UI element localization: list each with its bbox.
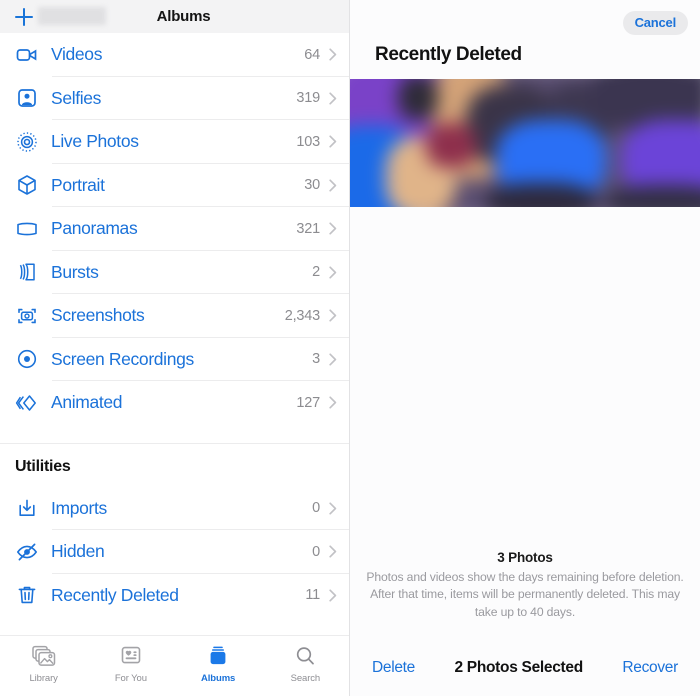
album-name: Recently Deleted	[51, 584, 179, 605]
album-count: 127	[296, 394, 320, 411]
album-row-selfies[interactable]: Selfies 319	[0, 77, 349, 120]
plus-icon[interactable]	[15, 7, 33, 26]
panorama-icon	[13, 215, 40, 242]
album-name: Selfies	[51, 87, 102, 108]
chevron-right-icon	[329, 222, 337, 235]
recently-deleted-panel: Cancel Recently Deleted 3 Photos Photos …	[350, 0, 700, 696]
album-name: Screen Recordings	[51, 348, 194, 369]
record-circle-icon	[13, 346, 40, 373]
recently-deleted-header: Cancel	[350, 0, 700, 46]
tab-for-you[interactable]: For You	[87, 644, 174, 684]
screenshot-camera-icon	[13, 302, 40, 329]
tab-label: Search	[290, 673, 321, 684]
cancel-button[interactable]: Cancel	[622, 11, 688, 35]
eye-slash-icon	[13, 538, 40, 565]
album-name: Portrait	[51, 174, 105, 195]
album-count: 64	[304, 46, 320, 63]
album-name: Bursts	[51, 261, 99, 282]
import-download-icon	[13, 495, 40, 522]
person-portrait-icon	[13, 85, 40, 112]
tab-bar: Library For You Albums Search	[0, 635, 349, 696]
recently-deleted-title: Recently Deleted	[375, 44, 522, 65]
chevron-right-icon	[329, 353, 337, 366]
chevron-right-icon	[329, 589, 337, 602]
album-row-imports[interactable]: Imports 0	[0, 487, 349, 530]
tab-label: For You	[114, 673, 147, 684]
album-name: Videos	[51, 44, 103, 65]
album-count: 0	[312, 543, 320, 560]
photos-stack-icon	[31, 644, 57, 668]
album-row-live-photos[interactable]: Live Photos 103	[0, 120, 349, 164]
album-count: 2	[312, 264, 320, 281]
album-row-animated[interactable]: Animated 127	[0, 381, 349, 425]
album-count: 2,343	[284, 307, 320, 324]
burst-stack-icon	[13, 259, 40, 286]
empty-space	[350, 207, 700, 550]
video-camera-icon	[13, 41, 40, 68]
chevron-right-icon	[329, 502, 337, 515]
chevron-right-icon	[329, 266, 337, 279]
album-name: Screenshots	[51, 305, 145, 326]
chevron-right-icon	[329, 545, 337, 558]
album-row-portrait[interactable]: Portrait 30	[0, 164, 349, 207]
deletion-description: Photos and videos show the days remainin…	[366, 569, 684, 620]
photos-count: 3 Photos	[497, 549, 553, 565]
album-row-screen-recordings[interactable]: Screen Recordings 3	[0, 338, 349, 381]
search-icon	[293, 644, 317, 668]
album-row-screenshots[interactable]: Screenshots 2,343	[0, 294, 349, 338]
album-name: Animated	[51, 392, 123, 413]
album-count: 319	[296, 90, 320, 107]
album-row-panoramas[interactable]: Panoramas 321	[0, 207, 349, 251]
chevron-right-icon	[329, 92, 337, 105]
for-you-card-icon	[119, 644, 143, 668]
selection-toolbar: Delete 2 Photos Selected Recover	[350, 640, 700, 696]
tab-albums[interactable]: Albums	[175, 644, 262, 684]
album-name: Panoramas	[51, 218, 138, 239]
album-list: Videos 64 Selfies 319 Live Photos 103 Po…	[0, 33, 349, 635]
tab-label: Albums	[201, 673, 236, 684]
redacted-label	[38, 7, 106, 25]
chevron-right-icon	[329, 135, 337, 148]
cube-icon	[13, 172, 40, 199]
album-count: 11	[305, 587, 320, 604]
tab-library[interactable]: Library	[0, 644, 87, 684]
trash-icon	[13, 582, 40, 609]
chevron-right-icon	[329, 179, 337, 192]
album-row-videos[interactable]: Videos 64	[0, 33, 349, 77]
animated-chevrons-icon	[13, 389, 40, 416]
photos-app-screen: Albums Videos 64 Selfies 319 Live Photos…	[0, 0, 700, 696]
album-count: 3	[312, 351, 320, 368]
album-row-recently-deleted[interactable]: Recently Deleted 11	[0, 574, 349, 618]
chevron-right-icon	[329, 396, 337, 409]
section-divider	[0, 424, 349, 444]
album-row-bursts[interactable]: Bursts 2	[0, 251, 349, 294]
albums-book-icon	[206, 644, 230, 668]
selection-status: 2 Photos Selected	[454, 659, 583, 676]
albums-panel: Albums Videos 64 Selfies 319 Live Photos…	[0, 0, 350, 696]
tab-label: Library	[29, 673, 58, 684]
recover-button[interactable]: Recover	[622, 659, 678, 677]
album-count: 0	[312, 500, 320, 517]
chevron-right-icon	[329, 48, 337, 61]
album-count: 103	[296, 133, 320, 150]
album-count: 321	[296, 220, 320, 237]
albums-header: Albums	[0, 0, 349, 33]
tab-search[interactable]: Search	[262, 644, 349, 684]
album-count: 30	[304, 177, 320, 194]
album-name: Imports	[51, 497, 107, 518]
chevron-right-icon	[329, 309, 337, 322]
album-name: Hidden	[51, 541, 105, 562]
live-photo-icon	[13, 128, 40, 155]
album-row-hidden[interactable]: Hidden 0	[0, 530, 349, 574]
delete-button[interactable]: Delete	[372, 659, 415, 677]
section-title-utilities: Utilities	[15, 457, 71, 475]
deleted-info: 3 Photos Photos and videos show the days…	[350, 550, 700, 622]
deleted-photos-preview[interactable]	[350, 79, 700, 207]
album-name: Live Photos	[51, 131, 139, 152]
